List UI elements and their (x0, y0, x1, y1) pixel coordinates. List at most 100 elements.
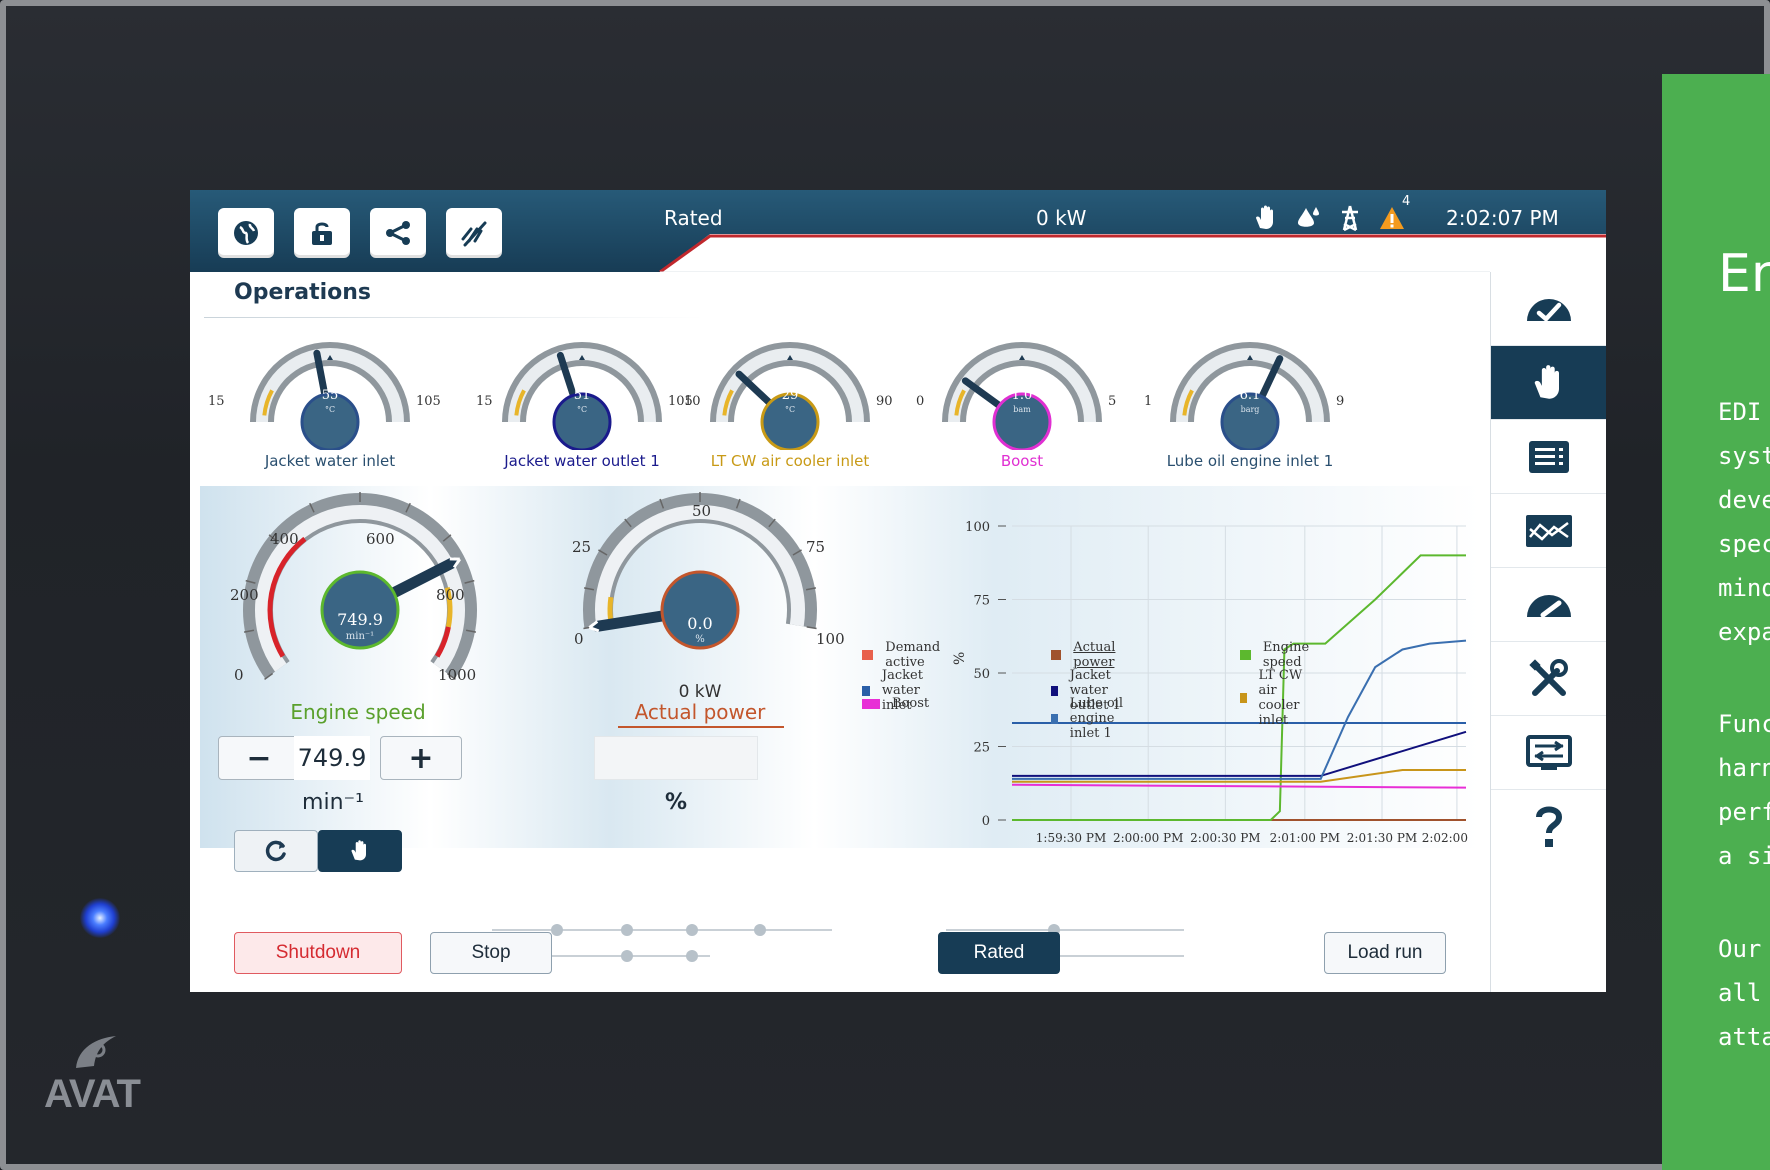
gauge-label: Jacket water inlet (264, 452, 396, 470)
shutdown-button[interactable]: Shutdown (234, 932, 402, 974)
legend-swatch (1240, 693, 1247, 703)
legend-item[interactable]: Demand active (862, 640, 947, 670)
globe-button[interactable] (218, 208, 274, 258)
info-text-line: Our (1718, 935, 1762, 963)
tick-label: 100 (816, 630, 845, 648)
info-text-line: syst (1718, 442, 1770, 470)
trend-chart: 0 25 50 75 100 1:59:30 PM 2:00:00 PM 2:00:30 PM… (952, 520, 1470, 845)
help-icon (1536, 806, 1563, 847)
auto-mode-button[interactable] (234, 830, 318, 872)
power-setpoint-field[interactable] (594, 736, 758, 780)
legend-item[interactable]: Lube oil engine inlet 1 (1051, 696, 1126, 741)
tick-label: 600 (366, 530, 395, 548)
engine-speed-gauge: 0 200 400 600 800 1000 749.9 min⁻¹ (230, 490, 480, 720)
actual-power-underline (618, 726, 784, 728)
y-tick-label: 50 (973, 667, 990, 682)
tools-icon (1529, 658, 1568, 696)
operating-mode: Rated (664, 206, 723, 230)
hand-status-icon (1256, 205, 1273, 229)
gauge-unit: bam (1013, 405, 1031, 414)
legend-item[interactable]: Actual power (1051, 640, 1123, 670)
legend-label: Engine speed (1262, 640, 1310, 670)
page-title: Operations (234, 280, 371, 305)
share-icon (386, 221, 410, 245)
sidebar-item-settings[interactable] (1491, 716, 1606, 790)
legend-label: Boost (892, 696, 930, 711)
list-icon (1529, 440, 1569, 473)
mute-button[interactable] (446, 208, 502, 258)
legend-swatch (862, 650, 874, 660)
tick-label: 400 (270, 530, 299, 548)
info-text-line: harn (1718, 754, 1770, 782)
power-readout: 0 kW (1036, 206, 1087, 230)
side-navigation (1490, 272, 1606, 992)
info-text-line: attac (1718, 1023, 1770, 1051)
hand-icon (1534, 364, 1559, 399)
sensor-gauge: 15 105 55 °C Jacket water inlet (208, 332, 450, 482)
sidebar-item-overview[interactable] (1491, 272, 1606, 346)
legend-swatch (1240, 650, 1251, 660)
speed-setpoint-unit: min⁻¹ (302, 790, 364, 815)
title-divider (204, 317, 704, 318)
brand-text: AVAT (44, 1072, 141, 1116)
sidebar-item-help[interactable] (1491, 790, 1606, 864)
brand-logo: AVAT (44, 1030, 154, 1120)
sensor-gauge: 15 105 51 °C Jacket water outlet 1 (462, 332, 702, 482)
info-text-line: spec (1718, 530, 1770, 558)
legend-label: Actual power (1073, 640, 1116, 670)
legend-swatch (1051, 713, 1058, 724)
sensor-gauge: 1 9 6.1 barg Lube oil engine inlet 1 (1130, 332, 1370, 482)
tick-label: 800 (436, 586, 465, 604)
legend-item[interactable]: Engine speed (1240, 640, 1316, 670)
actual-power-value: 0.0 (687, 614, 713, 633)
lock-button[interactable] (294, 208, 350, 258)
load-run-button[interactable]: Load run (1324, 932, 1446, 974)
engine-speed-label: Engine speed (290, 700, 426, 724)
sidebar-item-gauges[interactable] (1491, 568, 1606, 642)
sensor-gauge: 0 5 1.0 bam Boost (902, 332, 1142, 482)
rated-button[interactable]: Rated (938, 932, 1060, 974)
legend-item[interactable]: LT CW air cooler inlet (1240, 668, 1311, 728)
sound-off-icon (461, 221, 487, 247)
increase-speed-button[interactable]: + (380, 736, 462, 780)
globe-icon (234, 221, 258, 245)
share-button[interactable] (370, 208, 426, 258)
unlock-icon (312, 222, 332, 245)
hand-icon (351, 840, 366, 861)
trend-icon (1526, 514, 1572, 547)
y-tick-label: 25 (973, 741, 990, 756)
info-title: En (1718, 244, 1770, 304)
settings-panel-icon (1526, 734, 1572, 770)
alarm-count: 4 (1402, 194, 1411, 209)
info-text-line: all p (1718, 979, 1770, 1007)
x-tick-label: 2:00:30 PM (1190, 831, 1260, 845)
manual-mode-button[interactable] (318, 830, 402, 872)
engine-speed-value: 749.9 (337, 610, 383, 629)
sensor-gauge: 10 90 29 °C LT CW air cooler inlet (670, 332, 910, 482)
oil-drop-icon (1298, 207, 1319, 227)
speed-setpoint-field[interactable]: 749.9 (294, 736, 370, 780)
sidebar-item-tools[interactable] (1491, 642, 1606, 716)
legend-item[interactable]: Boost (862, 696, 929, 711)
gauge-unit: barg (1240, 405, 1260, 414)
legend-label: Lube oil engine inlet 1 (1069, 696, 1124, 741)
gauge-label: Boost (1000, 452, 1044, 470)
y-axis-label: % (952, 652, 968, 665)
actual-power-label: Actual power (634, 700, 766, 724)
info-text-line: Func (1718, 710, 1770, 738)
decrease-speed-button[interactable]: − (218, 736, 300, 780)
gauge-label: LT CW air cooler inlet (710, 452, 870, 470)
gauge-value: 29 (781, 388, 799, 403)
y-tick-label: 0 (982, 814, 990, 829)
info-text-line: a sin (1718, 842, 1770, 870)
tick-label: 200 (230, 586, 259, 604)
sidebar-item-list[interactable] (1491, 420, 1606, 494)
sidebar-item-trends[interactable] (1491, 494, 1606, 568)
gauge-label: Lube oil engine inlet 1 (1166, 452, 1334, 470)
stop-button[interactable]: Stop (430, 932, 552, 974)
actual-power-kw: 0 kW (678, 682, 722, 702)
sidebar-item-manual[interactable] (1491, 346, 1606, 420)
clock: 2:02:07 PM (1446, 206, 1559, 230)
tick-label: 0 (234, 666, 244, 684)
legend-swatch (1051, 650, 1062, 660)
